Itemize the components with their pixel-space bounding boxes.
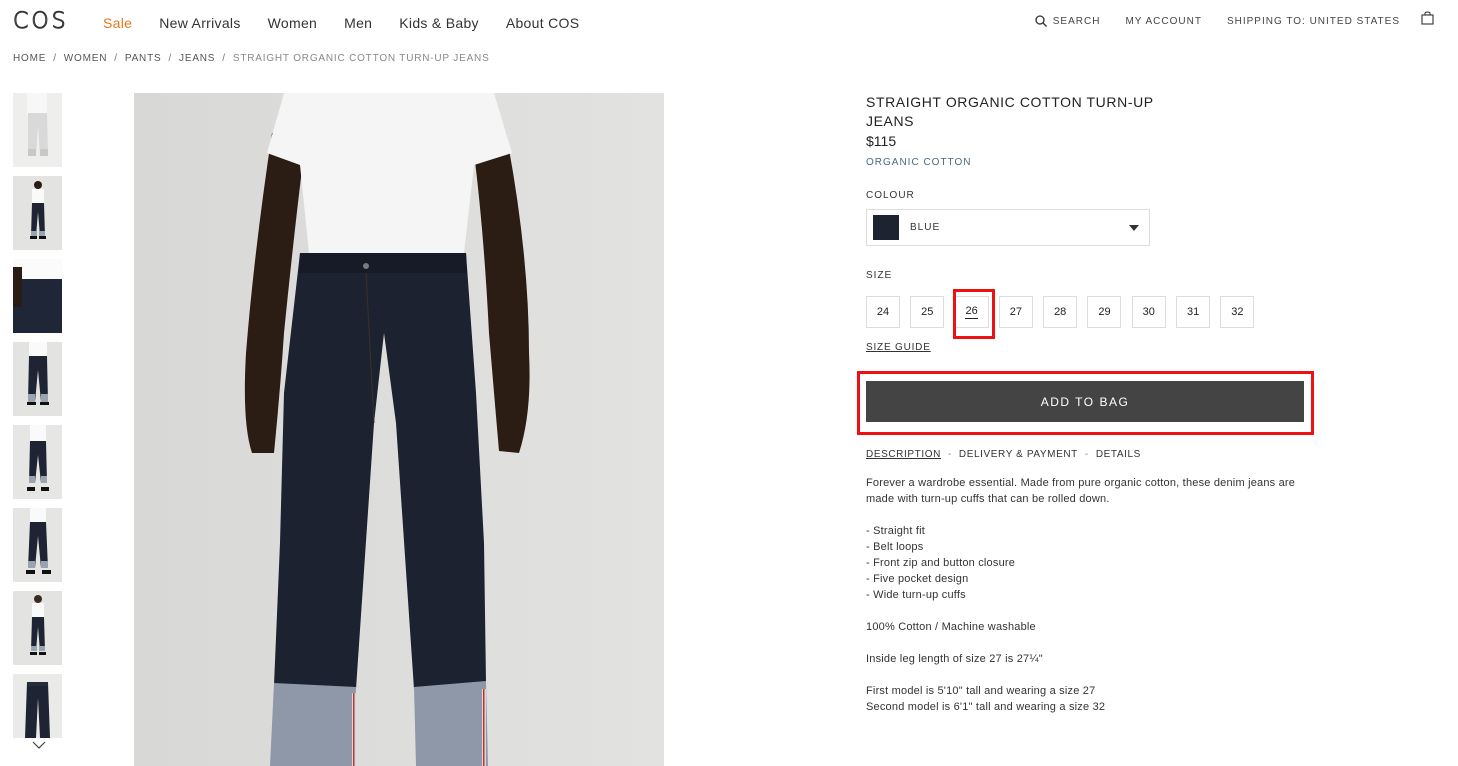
thumbnail-2[interactable] xyxy=(13,176,62,250)
product-info: STRAIGHT ORGANIC COTTON TURN-UP JEANS $1… xyxy=(857,93,1316,713)
feature-item: - Wide turn-up cuffs xyxy=(866,589,966,601)
my-account-label: MY ACCOUNT xyxy=(1125,15,1202,27)
thumbnail-image xyxy=(13,674,62,738)
size-option-label: 24 xyxy=(876,306,890,318)
chevron-down-icon[interactable] xyxy=(31,740,47,750)
composition: 100% Cotton / Machine washable xyxy=(866,621,1036,633)
colour-select[interactable]: BLUE xyxy=(866,209,1150,246)
thumbnail-6[interactable] xyxy=(13,508,62,582)
nav-kids-baby[interactable]: Kids & Baby xyxy=(399,15,479,31)
product-description: Forever a wardrobe essential. Made from … xyxy=(866,475,1306,731)
thumbnail-image xyxy=(13,342,62,416)
nav-about-cos[interactable]: About COS xyxy=(506,15,580,31)
size-option-31[interactable]: 31 xyxy=(1176,296,1211,328)
shopping-bag-icon[interactable] xyxy=(1421,11,1434,25)
size-option-label: 26 xyxy=(965,305,978,319)
model-info-2: Second model is 6'1" tall and wearing a … xyxy=(866,701,1106,713)
tab-separator: - xyxy=(1084,449,1089,460)
thumbnail-3[interactable] xyxy=(13,259,62,333)
tab-separator: - xyxy=(947,449,952,460)
search-label: SEARCH xyxy=(1052,15,1101,27)
tab-delivery-payment[interactable]: DELIVERY & PAYMENT xyxy=(959,449,1078,460)
breadcrumb-pants[interactable]: PANTS xyxy=(125,53,162,64)
size-option-label: 31 xyxy=(1186,306,1200,318)
utility-nav: SEARCH MY ACCOUNT SHIPPING TO: UNITED ST… xyxy=(1035,15,1400,27)
size-guide-link[interactable]: SIZE GUIDE xyxy=(866,342,931,353)
size-option-32[interactable]: 32 xyxy=(1220,296,1255,328)
thumbnail-8[interactable] xyxy=(13,674,62,738)
thumbnail-image xyxy=(13,176,62,250)
breadcrumb-jeans[interactable]: JEANS xyxy=(179,53,215,64)
breadcrumb-women[interactable]: WOMEN xyxy=(64,53,107,64)
thumbnail-image xyxy=(13,93,62,167)
nav-women[interactable]: Women xyxy=(268,15,317,31)
thumbnail-5[interactable] xyxy=(13,425,62,499)
size-option-27[interactable]: 27 xyxy=(998,296,1033,328)
colour-label: COLOUR xyxy=(866,190,915,201)
my-account-link[interactable]: MY ACCOUNT xyxy=(1125,16,1202,27)
site-header: COS Sale New Arrivals Women Men Kids & B… xyxy=(0,0,1458,46)
thumbnail-4[interactable] xyxy=(13,342,62,416)
breadcrumb-separator: / xyxy=(114,53,118,64)
thumbnail-1[interactable] xyxy=(13,93,62,167)
size-option-30[interactable]: 30 xyxy=(1131,296,1166,328)
feature-item: - Front zip and button closure xyxy=(866,557,1016,569)
breadcrumb-separator: / xyxy=(168,53,173,64)
thumbnail-image xyxy=(13,591,62,665)
size-option-29[interactable]: 29 xyxy=(1087,296,1122,328)
size-option-28[interactable]: 28 xyxy=(1043,296,1078,328)
model-info-1: First model is 5'10" tall and wearing a … xyxy=(866,685,1096,697)
colour-value: BLUE xyxy=(910,222,941,233)
product-photo xyxy=(134,93,664,766)
search-icon xyxy=(1035,15,1047,27)
size-option-label: 32 xyxy=(1231,306,1244,318)
shipping-link[interactable]: SHIPPING TO: UNITED STATES xyxy=(1227,16,1400,27)
thumbnail-image xyxy=(13,425,62,499)
size-selector: 24 25 26 27 28 29 30 31 32 xyxy=(866,289,1265,339)
add-to-bag-button[interactable]: ADD TO BAG xyxy=(866,381,1304,422)
feature-item: - Five pocket design xyxy=(866,573,969,585)
product-title: STRAIGHT ORGANIC COTTON TURN-UP JEANS xyxy=(866,94,1154,129)
caret-down-icon xyxy=(1129,225,1139,231)
breadcrumb-separator: / xyxy=(53,53,57,64)
leg-length: Inside leg length of size 27 is 27¼" xyxy=(866,653,1043,665)
thumbnail-7[interactable] xyxy=(13,591,62,665)
feature-item: - Belt loops xyxy=(866,541,924,553)
size-option-label: 25 xyxy=(921,306,934,318)
breadcrumb-current: STRAIGHT ORGANIC COTTON TURN-UP JEANS xyxy=(232,53,490,64)
main-nav: Sale New Arrivals Women Men Kids & Baby … xyxy=(103,15,606,31)
size-option-label: 29 xyxy=(1098,306,1111,318)
size-option-label: 30 xyxy=(1142,306,1155,318)
search-link[interactable]: SEARCH xyxy=(1035,15,1101,27)
add-to-bag-highlight: ADD TO BAG xyxy=(857,371,1314,435)
nav-men[interactable]: Men xyxy=(344,15,372,31)
size-label: SIZE xyxy=(866,270,893,281)
model-info: First model is 5'10" tall and wearing a … xyxy=(866,683,1306,715)
description-intro: Forever a wardrobe essential. Made from … xyxy=(866,477,1296,505)
thumbnail-image xyxy=(13,508,62,582)
nav-sale[interactable]: Sale xyxy=(103,15,132,31)
tab-details[interactable]: DETAILS xyxy=(1096,449,1141,460)
feature-item: - Straight fit xyxy=(866,525,926,537)
product-main-image[interactable] xyxy=(134,93,664,766)
nav-new-arrivals[interactable]: New Arrivals xyxy=(159,15,240,31)
feature-list: - Straight fit - Belt loops - Front zip … xyxy=(866,523,1306,603)
material-link[interactable]: ORGANIC COTTON xyxy=(866,157,1316,168)
size-option-26[interactable]: 26 xyxy=(952,289,995,339)
tab-description[interactable]: DESCRIPTION xyxy=(866,449,941,460)
thumbnail-gallery xyxy=(13,93,62,747)
size-option-label: 28 xyxy=(1054,306,1067,318)
info-tabs: DESCRIPTION - DELIVERY & PAYMENT - DETAI… xyxy=(866,449,1141,460)
cos-logo[interactable]: COS xyxy=(13,9,69,35)
size-option-25[interactable]: 25 xyxy=(910,296,945,328)
colour-swatch xyxy=(873,215,899,240)
thumbnail-image xyxy=(13,259,62,333)
breadcrumb: HOME / WOMEN / PANTS / JEANS / STRAIGHT ORGA… xyxy=(13,53,490,64)
breadcrumb-separator: / xyxy=(222,53,226,64)
shipping-label: SHIPPING TO: UNITED STATES xyxy=(1226,15,1400,27)
breadcrumb-home[interactable]: HOME xyxy=(13,53,46,64)
size-option-24[interactable]: 24 xyxy=(866,296,900,328)
size-option-label: 27 xyxy=(1009,306,1023,318)
product-price: $115 xyxy=(866,133,897,149)
